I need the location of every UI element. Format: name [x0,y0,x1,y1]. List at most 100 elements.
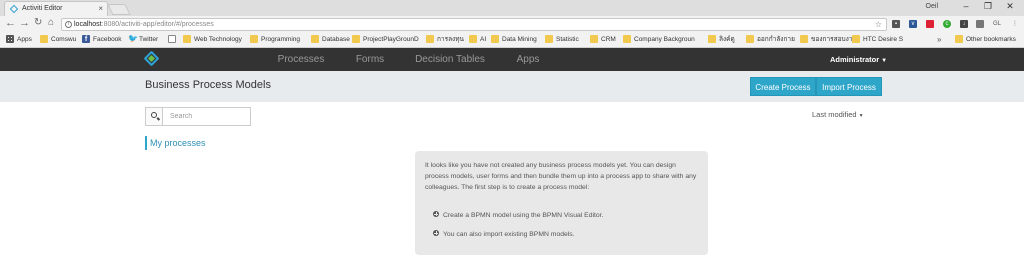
extension-label[interactable]: GL [991,20,1003,28]
user-menu[interactable]: Administrator ▼ [830,48,887,73]
extension-icon[interactable]: ▪ [892,20,900,28]
folder-icon [545,35,553,43]
other-bookmarks[interactable]: Other bookmarks [955,35,1016,44]
search-box [145,107,251,126]
bookmark-label: Company Backgroun [634,36,695,43]
reload-icon[interactable]: ↻ [34,17,42,28]
home-icon[interactable]: ⌂ [48,17,54,28]
bookmark-item[interactable]: การลงทุน [426,35,464,44]
bookmark-label: ProjectPlayGrounD [363,36,419,43]
folder-icon [40,35,48,43]
page-title: Business Process Models [145,79,271,91]
new-tab-button[interactable] [107,4,131,15]
browser-toolbar: ← → ↻ ⌂ i localhost:8080/activiti-app/ed… [0,16,1024,32]
extension-icon[interactable]: v [909,20,917,28]
extension-icon[interactable]: c [943,20,951,28]
activiti-favicon-icon [9,4,19,14]
folder-icon [426,35,434,43]
folder-icon [955,35,963,43]
empty-state-panel: It looks like you have not created any b… [415,151,708,255]
bookmark-item[interactable]: ของการสอบงาน [800,35,857,44]
bookmark-item[interactable]: Web Technology [183,35,242,44]
close-icon[interactable]: × [98,2,103,16]
extension-icon[interactable] [976,20,984,28]
bookmark-item[interactable]: AI [469,35,486,44]
bookmark-label: Programming [261,36,301,43]
download-icon[interactable]: ↓ [960,20,968,28]
activiti-logo-icon[interactable] [143,50,160,67]
folder-icon [491,35,499,43]
create-process-button[interactable]: Create Process [750,77,816,96]
bookmark-item[interactable]: Data Mining [491,35,537,44]
sort-dropdown[interactable]: Last modified ▼ [812,110,864,119]
bookmark-item[interactable]: Database [311,35,350,44]
bookmark-label: CRM [601,36,616,43]
sort-label: Last modified [812,110,857,119]
folder-icon [708,35,716,43]
bookmark-label: Web Technology [194,36,242,43]
bookmark-item[interactable]: HTC Desire S [852,35,903,44]
maximize-icon[interactable]: ❐ [982,1,994,12]
folder-icon [590,35,598,43]
search-icon [151,112,157,118]
apps-icon [6,35,14,43]
more-bookmarks-button[interactable]: » [937,35,941,44]
bookmark-label: Data Mining [502,36,537,43]
other-bookmarks-label: Other bookmarks [966,36,1016,43]
bookmark-label: ของการสอบงาน [811,36,857,43]
search-input[interactable] [164,108,250,125]
nav-tab-forms[interactable]: Forms [340,48,400,71]
bookmark-star-icon[interactable]: ☆ [875,19,882,30]
bookmark-item[interactable]: Apps [6,35,32,44]
bookmark-item[interactable]: Company Backgroun [623,35,695,44]
nav-tab-processes[interactable]: Processes [262,48,340,71]
user-menu-label: Administrator [830,55,880,64]
folder-icon [746,35,754,43]
window-user[interactable]: Oeil [926,3,938,10]
bookmark-label: AI [480,36,487,43]
empty-state-item: Create a BPMN model using the BPMN Visua… [443,212,604,219]
folder-icon [623,35,631,43]
bookmark-item[interactable]: 🐦 Twitter [128,35,158,44]
bookmark-item[interactable]: Comswu [40,35,76,44]
forward-icon[interactable]: → [19,17,30,29]
folder-icon [183,35,191,43]
bookmark-item[interactable]: ลิงค์ดู [708,35,735,44]
empty-state-item: You can also import existing BPMN models… [443,231,575,238]
caret-down-icon: ▼ [858,113,864,119]
empty-state-intro: It looks like you have not created any b… [425,162,697,191]
address-bar[interactable]: i localhost:8080/activiti-app/editor/#/p… [61,18,887,31]
bookmark-item[interactable]: f Facebook [82,35,122,44]
nav-tab-decision-tables[interactable]: Decision Tables [400,48,500,71]
back-icon[interactable]: ← [5,17,16,29]
page-icon [168,35,176,43]
bookmark-label: ลิงค์ดู [719,36,735,43]
bookmark-item[interactable]: CRM [590,35,616,44]
info-icon[interactable]: i [65,21,72,28]
window-close-icon[interactable]: ✕ [1004,1,1016,12]
address-path: :8080/activiti-app/editor/#/processes [101,21,214,28]
bookmark-item[interactable]: ProjectPlayGrounD [352,35,419,44]
bookmark-item[interactable]: Programming [250,35,300,44]
bookmark-label: การลงทุน [437,36,464,43]
create-bpmn-link[interactable]: Create a BPMN model using the BPMN Visua… [433,210,603,221]
browser-tab[interactable]: Activiti Editor × [4,1,108,16]
page-header: Business Process Models Create Process I… [0,71,1024,102]
search-button[interactable] [146,108,163,125]
bookmark-item[interactable]: ออกกำลังกาย [746,35,795,44]
nav-tab-apps[interactable]: Apps [500,48,556,71]
import-process-button[interactable]: Import Process [816,77,882,96]
folder-icon [311,35,319,43]
minimize-icon[interactable]: – [960,1,972,11]
filter-my-processes[interactable]: My processes [145,136,206,150]
plus-circle-icon [433,211,439,217]
bookmark-item[interactable]: Statistic [545,35,579,44]
extension-icon[interactable] [926,20,934,28]
browser-tabstrip: Activiti Editor × Oeil – ❐ ✕ [0,0,1024,16]
import-bpmn-link[interactable]: You can also import existing BPMN models… [433,229,575,240]
folder-icon [852,35,860,43]
bookmark-label: Comswu [51,36,77,43]
menu-icon[interactable]: ⋮ [1011,20,1019,28]
bookmark-label: ออกกำลังกาย [757,36,795,43]
chevron-down-icon: ▼ [881,58,888,64]
